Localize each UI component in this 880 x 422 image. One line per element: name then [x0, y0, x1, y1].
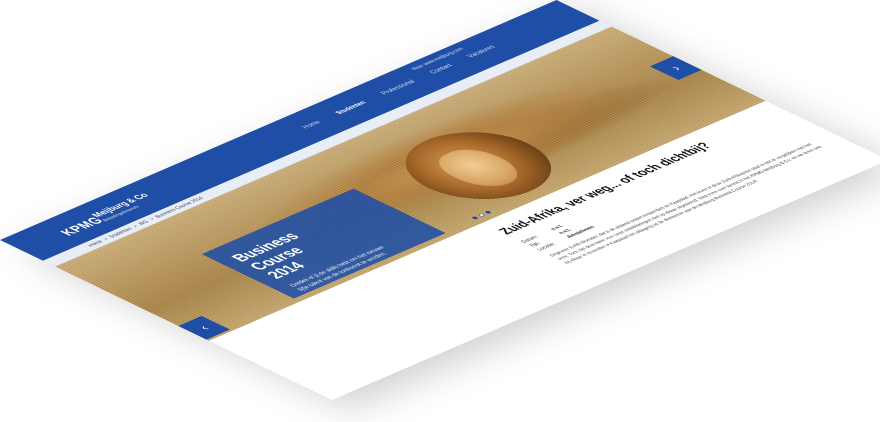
chevron-left-icon: ‹ [194, 323, 214, 333]
breadcrumb-separator: > [101, 236, 110, 241]
nav-item-studenten[interactable]: Studenten [334, 100, 369, 115]
breadcrumb-separator: > [147, 216, 157, 222]
nav-item-contact[interactable]: Contact [428, 63, 455, 75]
website-screen: KPMG Meijburg & Co Belastingadviseurs Ho… [0, 0, 880, 401]
chevron-right-icon: › [665, 63, 686, 73]
nav-item-professional[interactable]: Professional [379, 79, 417, 96]
breadcrumb-wg[interactable]: WG [136, 219, 150, 225]
breadcrumb-separator: > [130, 224, 140, 229]
nav-item-home[interactable]: Home [301, 120, 323, 130]
mockup-stage: KPMG Meijburg & Co Belastingadviseurs Ho… [0, 0, 880, 422]
nav-item-vacatures[interactable]: Vacatures [465, 44, 497, 58]
